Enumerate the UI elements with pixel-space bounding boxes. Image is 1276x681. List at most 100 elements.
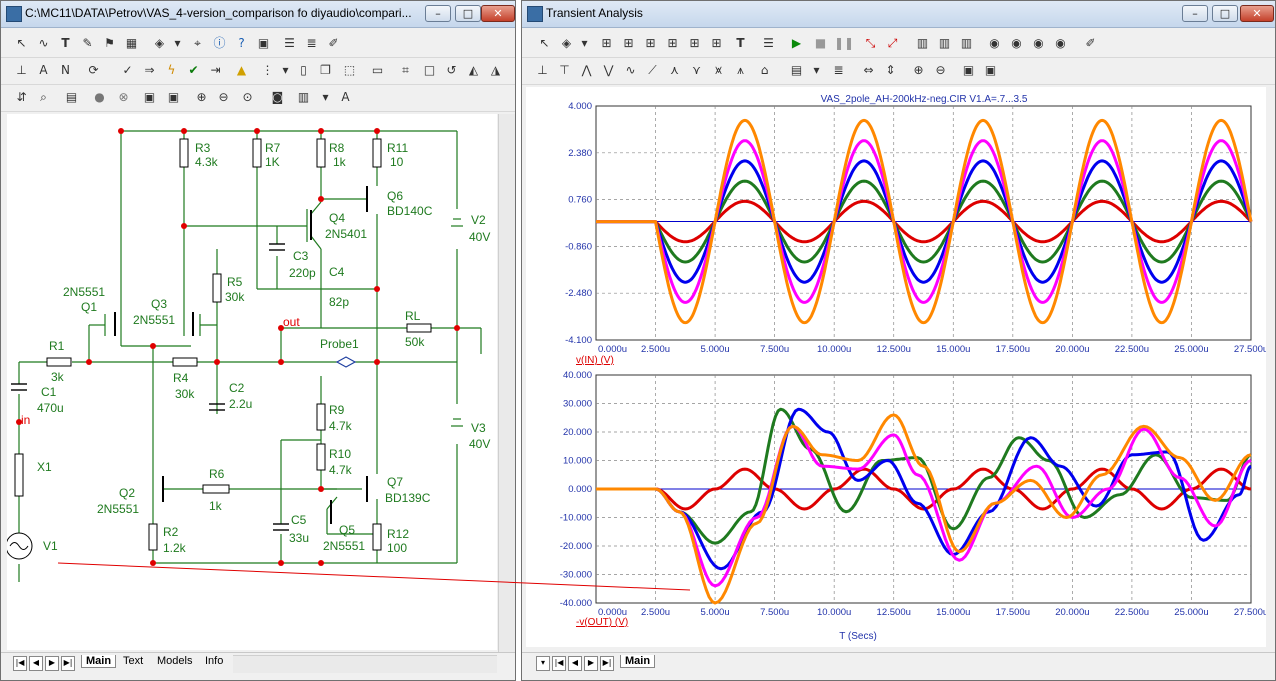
- list-icon[interactable]: ≣: [303, 35, 320, 52]
- probe-symbol[interactable]: [335, 356, 357, 368]
- checkmark-icon[interactable]: ✔: [185, 62, 202, 79]
- scale3-icon[interactable]: ⊞: [642, 35, 659, 52]
- minimize-button[interactable]: –: [1182, 5, 1208, 22]
- page-icon[interactable]: ▯: [295, 62, 312, 79]
- zoom-out-icon[interactable]: ⊖: [932, 62, 949, 79]
- arrow-right-icon[interactable]: ⇒: [141, 62, 158, 79]
- analog-icon[interactable]: A: [35, 62, 52, 79]
- global-high-icon[interactable]: ⋏: [666, 62, 683, 79]
- scale5-icon[interactable]: ⊞: [686, 35, 703, 52]
- dropdown-icon[interactable]: ▾: [277, 62, 294, 79]
- list-icon[interactable]: ≣: [830, 62, 847, 79]
- find-icon[interactable]: ⌕: [35, 89, 52, 106]
- select-arrow-icon[interactable]: ↖: [536, 35, 553, 52]
- tab-last-button[interactable]: ▶|: [600, 656, 614, 671]
- tab-first-button[interactable]: |◀: [13, 656, 27, 671]
- low-icon[interactable]: ⋁: [600, 62, 617, 79]
- zoom-fit-icon[interactable]: ⊙: [239, 89, 256, 106]
- grid-icon[interactable]: ▦: [123, 35, 140, 52]
- grid-select-icon[interactable]: ⌗: [397, 62, 414, 79]
- tab-main[interactable]: Main: [620, 655, 656, 668]
- bottom-icon[interactable]: ⩚: [732, 62, 749, 79]
- chip-icon[interactable]: ▣: [255, 35, 272, 52]
- schematic-titlebar[interactable]: C:\MC11\DATA\Petrov\VAS_4-version_compar…: [1, 1, 515, 28]
- maximize-button[interactable]: □: [455, 5, 481, 22]
- wire-icon[interactable]: ∿: [35, 35, 52, 52]
- cursor4-icon[interactable]: ◉: [1052, 35, 1069, 52]
- text-tool-icon[interactable]: T: [57, 35, 74, 52]
- run-icon[interactable]: ▶: [788, 35, 805, 52]
- scale-icon[interactable]: ⊞: [598, 35, 615, 52]
- zoom-in-icon[interactable]: ⊕: [193, 89, 210, 106]
- schematic-horizontal-scrollbar[interactable]: [233, 655, 497, 673]
- probe-icon[interactable]: ⌖: [189, 35, 206, 52]
- peak-icon[interactable]: ⊥: [534, 62, 551, 79]
- copy-icon[interactable]: ❐: [317, 62, 334, 79]
- window2-icon[interactable]: ▣: [982, 62, 999, 79]
- scale2-icon[interactable]: ⊞: [620, 35, 637, 52]
- rotate-icon[interactable]: ⟳: [85, 62, 102, 79]
- flip-v-icon[interactable]: ◮: [487, 62, 504, 79]
- tab-models[interactable]: Models: [153, 655, 196, 667]
- tab-dropdown-button[interactable]: ▾: [536, 656, 550, 671]
- component-icon[interactable]: ◈: [558, 35, 575, 52]
- flip-h-icon[interactable]: ◭: [465, 62, 482, 79]
- dropdown-icon[interactable]: ▾: [576, 35, 593, 52]
- properties-icon[interactable]: ☰: [760, 35, 777, 52]
- stop-icon[interactable]: ■: [812, 35, 829, 52]
- close-button[interactable]: ✕: [481, 5, 515, 22]
- calendar-icon[interactable]: ▤: [63, 89, 80, 106]
- warning-icon[interactable]: ▲: [233, 62, 250, 79]
- maximize-button[interactable]: □: [1212, 5, 1238, 22]
- valley-icon[interactable]: ⊤: [556, 62, 573, 79]
- cursor3-icon[interactable]: ◉: [1030, 35, 1047, 52]
- select-arrow-icon[interactable]: ↖: [13, 35, 30, 52]
- dropdown-icon[interactable]: ▾: [808, 62, 825, 79]
- info-icon[interactable]: ⓘ: [211, 35, 228, 52]
- slope-icon[interactable]: ⟋: [644, 62, 661, 79]
- window2-icon[interactable]: ▣: [165, 89, 182, 106]
- tab-info[interactable]: Info: [201, 655, 227, 667]
- marker2-icon[interactable]: ⤢: [884, 35, 901, 52]
- font-icon[interactable]: A: [337, 89, 354, 106]
- rotate-ccw-icon[interactable]: ↺: [443, 62, 460, 79]
- tab-main[interactable]: Main: [81, 655, 117, 668]
- high-icon[interactable]: ⋀: [578, 62, 595, 79]
- flow-icon[interactable]: ⇥: [207, 62, 224, 79]
- layout-icon[interactable]: ▥: [295, 89, 312, 106]
- cursor-icon[interactable]: ◉: [986, 35, 1003, 52]
- flag-icon[interactable]: ⚑: [101, 35, 118, 52]
- pages2-icon[interactable]: ▥: [936, 35, 953, 52]
- tab-next-button[interactable]: ▶: [45, 656, 59, 671]
- top-icon[interactable]: ⩙: [710, 62, 727, 79]
- schematic-canvas[interactable]: R3 4.3k R7 1K R8 1k R11 10 Q6 BD140C Q4 …: [5, 114, 497, 650]
- zoom-in-icon[interactable]: ⊕: [910, 62, 927, 79]
- analysis-titlebar[interactable]: Transient Analysis – □ ✕: [522, 1, 1275, 28]
- tab-next-button[interactable]: ▶: [584, 656, 598, 671]
- grid-dots-icon[interactable]: ⋮: [259, 62, 276, 79]
- tab-prev-button[interactable]: ◀: [29, 656, 43, 671]
- plot-area[interactable]: VAS_2pole_AH-200kHz-neg.CIR V1.A=.7...3.…: [526, 87, 1268, 647]
- tag-icon[interactable]: ⌂: [756, 62, 773, 79]
- edit-icon[interactable]: ✐: [1082, 35, 1099, 52]
- zoom-out-icon[interactable]: ⊖: [215, 89, 232, 106]
- camera-icon[interactable]: ◙: [269, 89, 286, 106]
- node-numbers-icon[interactable]: N: [57, 62, 74, 79]
- marker-icon[interactable]: ⤡: [862, 35, 879, 52]
- fit-width-icon[interactable]: ⇔: [860, 62, 877, 79]
- check-icon[interactable]: ✓: [119, 62, 136, 79]
- scale6-icon[interactable]: ⊞: [708, 35, 725, 52]
- dropdown-icon[interactable]: ▾: [169, 35, 186, 52]
- properties-icon[interactable]: ☰: [281, 35, 298, 52]
- window-icon[interactable]: ▣: [141, 89, 158, 106]
- down-circle-icon[interactable]: ●: [91, 89, 108, 106]
- pages3-icon[interactable]: ▥: [958, 35, 975, 52]
- dropdown-icon[interactable]: ▾: [317, 89, 334, 106]
- edit-icon[interactable]: ✐: [325, 35, 342, 52]
- cursor2-icon[interactable]: ◉: [1008, 35, 1025, 52]
- cancel-circle-icon[interactable]: ⊗: [115, 89, 132, 106]
- minimize-button[interactable]: –: [425, 5, 451, 22]
- tab-prev-button[interactable]: ◀: [568, 656, 582, 671]
- pencil-icon[interactable]: ✎: [79, 35, 96, 52]
- close-button[interactable]: ✕: [1240, 5, 1274, 22]
